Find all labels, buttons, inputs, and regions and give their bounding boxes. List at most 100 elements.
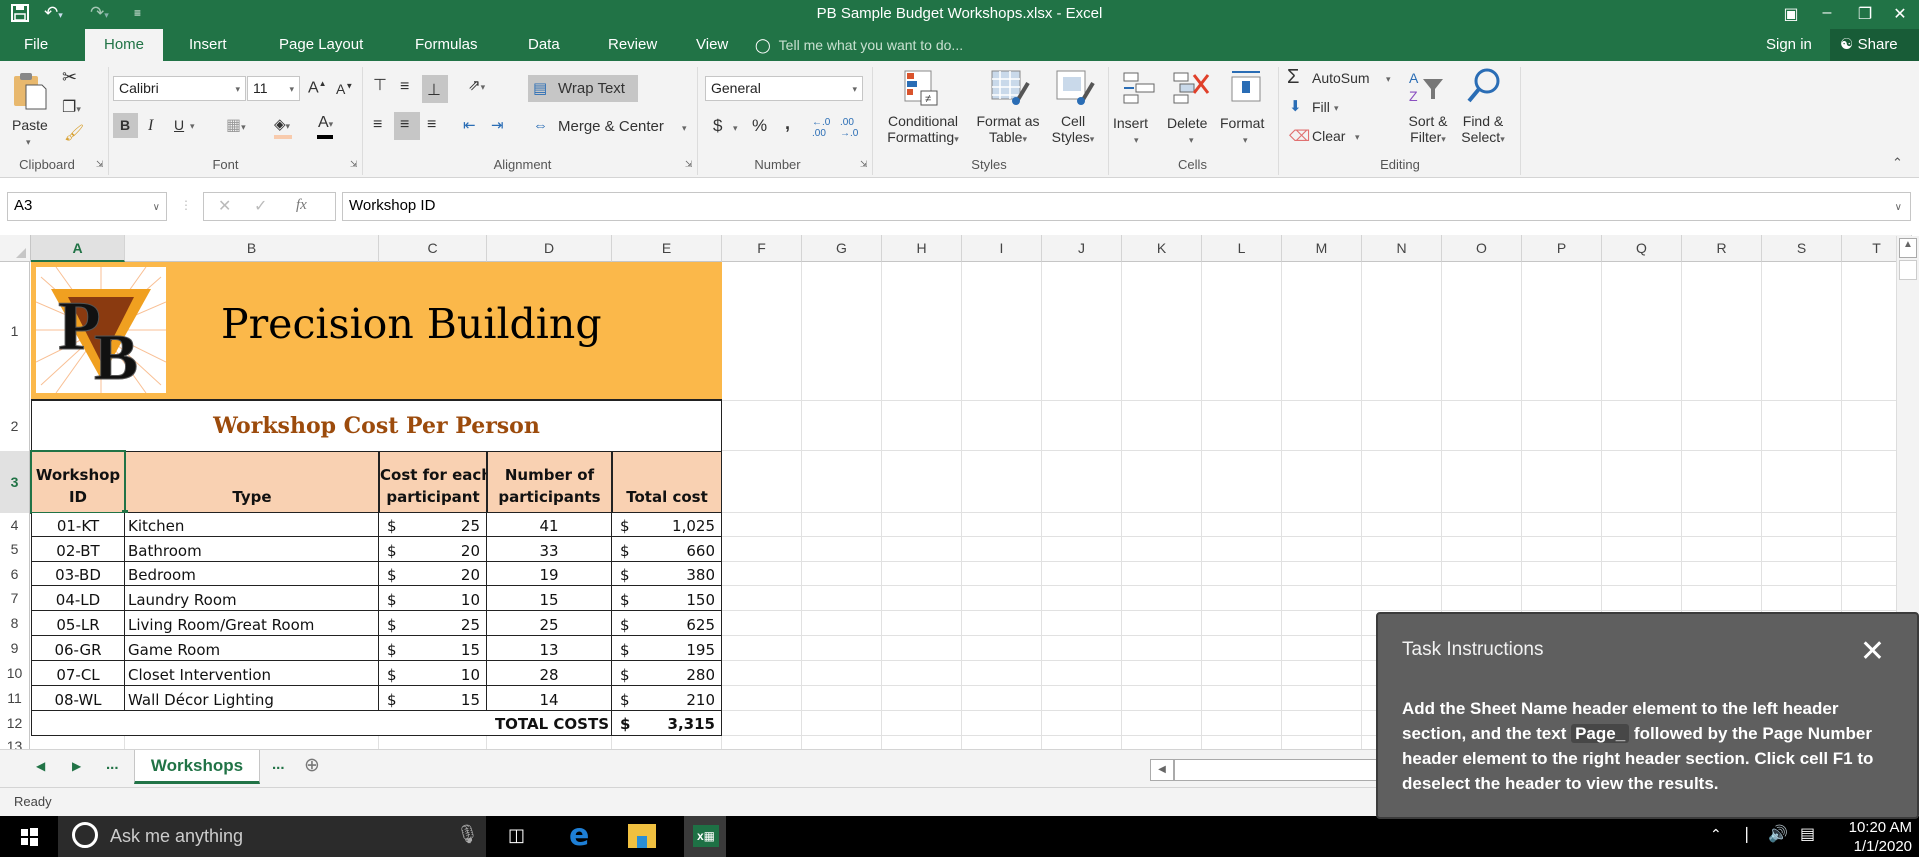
close-button[interactable]: ✕ — [1885, 4, 1915, 24]
column-header-j[interactable]: J — [1042, 235, 1122, 262]
orientation-icon[interactable]: ⇗▾ — [468, 76, 485, 94]
decrease-decimal-icon[interactable]: .00 →.0 — [840, 117, 858, 139]
decrease-font-icon[interactable]: A▼ — [336, 81, 353, 97]
tab-data[interactable]: Data — [516, 29, 572, 61]
underline-dropdown-icon[interactable]: ▾ — [190, 121, 195, 132]
clock[interactable]: 10:20 AM 1/1/2020 — [1846, 818, 1912, 856]
insert-cells-button[interactable]: Insert — [1113, 115, 1148, 131]
comma-button[interactable]: , — [785, 113, 790, 134]
number-launcher-icon[interactable]: ⇲ — [860, 159, 868, 170]
column-header-p[interactable]: P — [1522, 235, 1602, 262]
participants-cell[interactable]: 33 — [487, 537, 612, 562]
increase-font-icon[interactable]: A▲ — [308, 79, 327, 97]
total-cell[interactable]: $660 — [612, 537, 722, 562]
scroll-left-icon[interactable]: ◀ — [1150, 759, 1174, 781]
column-header-n[interactable]: N — [1362, 235, 1442, 262]
row-header-9[interactable]: 9 — [0, 636, 30, 661]
cost-cell[interactable]: $10 — [379, 661, 487, 686]
minimize-button[interactable]: – — [1812, 4, 1842, 22]
prev-sheet-icon[interactable]: ◀ — [36, 759, 45, 773]
more-sheets-left[interactable]: ... — [106, 756, 119, 773]
tab-formulas[interactable]: Formulas — [403, 29, 490, 61]
column-header-e[interactable]: E — [612, 235, 722, 262]
microphone-icon[interactable]: 🎙 — [456, 824, 479, 845]
align-center-icon[interactable]: ≡ — [400, 116, 409, 134]
paste-button[interactable]: Paste — [12, 117, 48, 133]
row-header-13[interactable]: 13 — [0, 736, 30, 749]
font-color-icon[interactable]: A▾ — [317, 114, 333, 139]
format-cells-button[interactable]: Format — [1220, 115, 1264, 131]
type-cell[interactable]: Game Room — [125, 636, 379, 661]
participants-cell[interactable]: 19 — [487, 562, 612, 586]
currency-button[interactable]: $ — [713, 116, 722, 136]
edge-icon[interactable]: e — [569, 818, 589, 853]
network-icon[interactable]: ❘ — [1740, 824, 1753, 844]
row-header-5[interactable]: 5 — [0, 537, 30, 562]
row-header-7[interactable]: 7 — [0, 586, 30, 611]
fill-dropdown-icon[interactable]: ▾ — [1334, 103, 1339, 114]
share-button[interactable]: ☯ Share — [1830, 29, 1919, 61]
column-header-b[interactable]: B — [125, 235, 379, 262]
bold-button[interactable]: B — [120, 117, 130, 133]
workshop-id-cell[interactable]: 04-LD — [31, 586, 125, 611]
collapse-ribbon-icon[interactable]: ⌃ — [1892, 155, 1903, 171]
participants-cell[interactable]: 13 — [487, 636, 612, 661]
total-cell[interactable]: $210 — [612, 686, 722, 711]
borders-icon[interactable]: ▦▾ — [226, 115, 246, 135]
column-header-o[interactable]: O — [1442, 235, 1522, 262]
scroll-up-icon[interactable]: ▲ — [1899, 238, 1917, 258]
total-cell[interactable]: $380 — [612, 562, 722, 586]
row-header-8[interactable]: 8 — [0, 611, 30, 636]
paste-dropdown-icon[interactable]: ▾ — [26, 137, 31, 148]
clear-button[interactable]: Clear — [1312, 128, 1345, 144]
workshop-id-cell[interactable]: 05-LR — [31, 611, 125, 636]
more-sheets-right[interactable]: ... — [272, 756, 285, 773]
cost-cell[interactable]: $10 — [379, 586, 487, 611]
tell-me-box[interactable]: ◯ Tell me what you want to do... — [755, 29, 963, 61]
row-header-2[interactable]: 2 — [0, 401, 30, 451]
excel-taskbar-icon[interactable]: x▦ — [684, 816, 726, 857]
selected-cell-a3[interactable] — [30, 450, 126, 514]
type-cell[interactable]: Bedroom — [125, 562, 379, 586]
fill-button[interactable]: Fill — [1312, 99, 1330, 115]
tab-review[interactable]: Review — [596, 29, 669, 61]
workshop-id-cell[interactable]: 08-WL — [31, 686, 125, 711]
clear-dropdown-icon[interactable]: ▾ — [1355, 132, 1360, 143]
volume-icon[interactable]: 🔊 — [1768, 824, 1788, 844]
formula-bar-grip-icon[interactable]: ⋮ — [180, 198, 192, 212]
total-cell[interactable]: $1,025 — [612, 513, 722, 537]
total-cell[interactable]: $150 — [612, 586, 722, 611]
task-view-icon[interactable]: ◫ — [508, 825, 525, 846]
column-header-i[interactable]: I — [962, 235, 1042, 262]
restore-button[interactable]: ❐ — [1850, 4, 1880, 24]
start-button[interactable] — [0, 816, 58, 857]
participants-cell[interactable]: 14 — [487, 686, 612, 711]
total-costs-value[interactable]: $3,315 — [612, 711, 722, 736]
tab-view[interactable]: View — [684, 29, 740, 61]
italic-button[interactable]: I — [148, 117, 153, 135]
format-dropdown-icon[interactable]: ▾ — [1243, 135, 1248, 146]
font-size-box[interactable]: 11 ▾ — [247, 76, 300, 101]
font-name-box[interactable]: Calibri ▾ — [113, 76, 246, 101]
show-hidden-icons[interactable]: ⌃ — [1710, 826, 1722, 843]
workshop-id-cell[interactable]: 06-GR — [31, 636, 125, 661]
type-cell[interactable]: Bathroom — [125, 537, 379, 562]
column-header-g[interactable]: G — [802, 235, 882, 262]
row-header-11[interactable]: 11 — [0, 686, 30, 711]
font-launcher-icon[interactable]: ⇲ — [350, 159, 358, 170]
total-cell[interactable]: $195 — [612, 636, 722, 661]
insert-dropdown-icon[interactable]: ▾ — [1134, 135, 1139, 146]
bottom-align-icon[interactable]: ⊥ — [427, 80, 441, 100]
alignment-launcher-icon[interactable]: ⇲ — [685, 159, 693, 170]
add-sheet-icon[interactable]: ⊕ — [304, 754, 320, 777]
participants-cell[interactable]: 25 — [487, 611, 612, 636]
total-cell[interactable]: $280 — [612, 661, 722, 686]
ribbon-display-options-icon[interactable]: ▣ — [1776, 4, 1806, 24]
number-format-box[interactable]: General ▾ — [705, 76, 863, 101]
increase-decimal-icon[interactable]: ←.0.00 — [812, 117, 830, 139]
cortana-search-box[interactable]: Ask me anything 🎙 — [58, 816, 486, 857]
formula-input[interactable]: Workshop ID ∨ — [342, 192, 1911, 221]
cancel-entry-icon[interactable]: ✕ — [218, 196, 231, 216]
total-cell[interactable]: $625 — [612, 611, 722, 636]
type-cell[interactable]: Closet Intervention — [125, 661, 379, 686]
